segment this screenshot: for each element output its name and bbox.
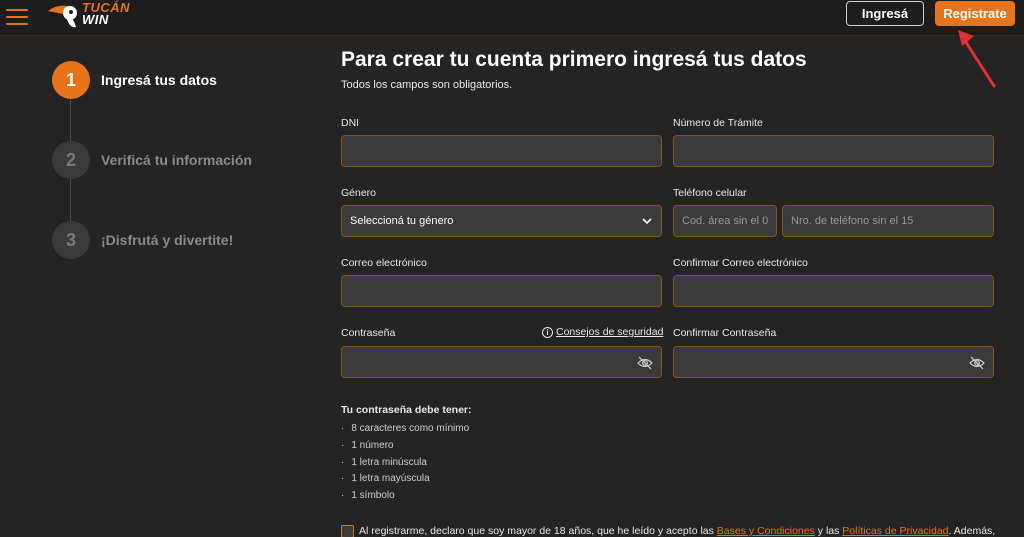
terms-row: Al registrarme, declaro que soy mayor de… [341, 525, 1021, 537]
page-subtitle: Todos los campos son obligatorios. [341, 79, 513, 91]
step-number: 1 [52, 61, 90, 99]
tramite-label: Número de Trámite [673, 117, 763, 129]
login-button[interactable]: Ingresá [846, 1, 924, 26]
dni-field[interactable] [341, 135, 662, 167]
requirement-item: 1 número [341, 438, 469, 455]
password-confirm-field[interactable] [673, 346, 994, 378]
step-label: ¡Disfrutá y divertite! [101, 232, 234, 248]
step-connector [70, 179, 71, 221]
email-confirm-field[interactable] [673, 275, 994, 307]
terms-suffix: . Además, [948, 525, 996, 537]
phone-number-input[interactable] [783, 206, 993, 236]
genero-select[interactable]: Seleccioná tu género [341, 205, 662, 237]
top-bar: TUCÁN WIN Ingresá Registrate [0, 0, 1024, 36]
logo-line-2: WIN [82, 12, 109, 27]
tramite-field[interactable] [673, 135, 994, 167]
phone-number-field[interactable] [782, 205, 994, 237]
register-button[interactable]: Registrate [935, 1, 1015, 26]
password-input[interactable] [342, 347, 661, 377]
step-number: 2 [52, 141, 90, 179]
chevron-down-icon [642, 218, 652, 225]
terms-prefix: Al registrarme, declaro que soy mayor de… [359, 525, 717, 537]
step-label: Verificá tu información [101, 152, 252, 168]
terms-text: Al registrarme, declaro que soy mayor de… [359, 525, 995, 537]
step-2: 2 Verificá tu información [52, 141, 252, 179]
tramite-input[interactable] [674, 136, 993, 166]
email-input[interactable] [342, 276, 661, 306]
genero-label: Género [341, 187, 377, 199]
telefono-label: Teléfono celular [673, 187, 747, 199]
dni-label: DNI [341, 117, 360, 129]
politicas-privacidad-link[interactable]: Políticas de Privacidad [842, 525, 948, 537]
password-requirements-title: Tu contraseña debe tener: [341, 404, 472, 416]
security-tips-text: Consejos de seguridad [556, 326, 664, 338]
email-label: Correo electrónico [341, 257, 427, 269]
info-icon: i [542, 326, 553, 338]
password-confirm-label: Confirmar Contraseña [673, 327, 777, 339]
eye-slash-icon[interactable] [637, 355, 653, 371]
bases-condiciones-link[interactable]: Bases y Condiciones [717, 525, 815, 537]
password-label: Contraseña [341, 327, 396, 339]
eye-slash-icon[interactable] [969, 355, 985, 371]
password-requirements-list: 8 caracteres como mínimo 1 número 1 letr… [341, 421, 469, 505]
page-title: Para crear tu cuenta primero ingresá tus… [341, 48, 807, 71]
step-connector [70, 99, 71, 141]
password-confirm-input[interactable] [674, 347, 993, 377]
email-field[interactable] [341, 275, 662, 307]
security-tips-link[interactable]: i Consejos de seguridad [542, 326, 663, 338]
logo-wordmark[interactable]: TUCÁN WIN [82, 1, 130, 27]
annotation-arrow-icon [958, 30, 996, 88]
step-1: 1 Ingresá tus datos [52, 61, 217, 99]
hamburger-menu-icon[interactable] [6, 6, 28, 28]
email-confirm-input[interactable] [674, 276, 993, 306]
password-field[interactable] [341, 346, 662, 378]
step-number: 3 [52, 221, 90, 259]
dni-input[interactable] [342, 136, 661, 166]
requirement-item: 8 caracteres como mínimo [341, 421, 469, 438]
requirement-item: 1 letra minúscula [341, 455, 469, 472]
step-label: Ingresá tus datos [101, 72, 217, 88]
email-confirm-label: Confirmar Correo electrónico [673, 257, 808, 269]
genero-selected: Seleccioná tu género [350, 215, 454, 227]
area-code-input[interactable] [674, 206, 776, 236]
step-3: 3 ¡Disfrutá y divertite! [52, 221, 233, 259]
terms-middle: y las [814, 525, 843, 537]
area-code-field[interactable] [673, 205, 777, 237]
terms-checkbox[interactable] [341, 525, 354, 537]
requirement-item: 1 letra mayúscula [341, 471, 469, 488]
requirement-item: 1 símbolo [341, 488, 469, 505]
